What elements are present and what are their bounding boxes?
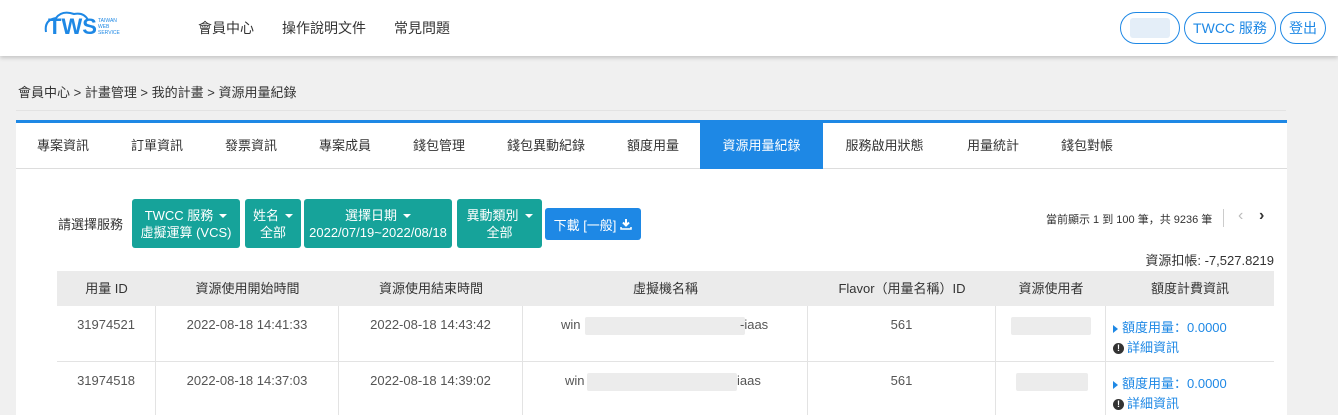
caret-down-icon [285, 214, 293, 219]
vm-name-prefix: win [565, 373, 585, 388]
caret-down-icon [403, 214, 411, 219]
usage-id: 31974518 [77, 373, 135, 388]
col-start-time: 資源使用開始時間 [195, 281, 300, 296]
service-filter-dropdown[interactable]: TWCC 服務 虛擬運算 (VCS) [132, 199, 240, 248]
tab-wallet-management[interactable]: 錢包管理 [392, 123, 486, 169]
breadcrumb: 會員中心 > 計畫管理 > 我的計畫 > 資源用量紀錄 [18, 85, 297, 100]
nav-documentation[interactable]: 操作說明文件 [282, 18, 366, 38]
info-icon: ! [1113, 343, 1124, 355]
end-time: 2022-08-18 14:39:02 [370, 373, 491, 388]
table-row: 31974518 2022-08-18 14:37:03 2022-08-18 … [57, 362, 1274, 415]
start-time: 2022-08-18 14:37:03 [186, 373, 308, 388]
tab-wallet-changes[interactable]: 錢包異動紀錄 [486, 123, 606, 169]
tab-usage-stats[interactable]: 用量統計 [946, 123, 1040, 169]
info-icon: ! [1113, 399, 1124, 411]
divider [1223, 209, 1224, 227]
redacted-vm-name [587, 373, 737, 391]
divider [16, 110, 1286, 111]
main-nav: 會員中心 操作說明文件 常見問題 [198, 18, 450, 38]
logo-text: TWS [48, 14, 97, 39]
vm-name-prefix: win [561, 317, 581, 332]
details-text: 詳細資訊 [1127, 340, 1180, 355]
logo-subtitle: TAIWAN WEB SERVICE [98, 18, 120, 36]
redacted-vm-name [585, 317, 745, 335]
col-flavor-id: Flavor（用量名稱）ID [838, 281, 966, 296]
service-filter-value: 虛擬運算 (VCS) [140, 224, 232, 240]
quota-usage-link[interactable]: 額度用量：0.0000 [1113, 373, 1227, 392]
type-filter-label: 異動類別 [466, 207, 519, 223]
name-filter-label: 姓名 [252, 207, 279, 223]
col-vm-name: 虛擬機名稱 [632, 281, 698, 296]
quota-usage-link[interactable]: 額度用量：0.0000 [1113, 317, 1227, 336]
quota-usage-text: 額度用量：0.0000 [1122, 320, 1227, 335]
tab-project-members[interactable]: 專案成員 [298, 123, 392, 169]
redacted-resource-user [1016, 373, 1088, 391]
caret-right-icon [1113, 324, 1118, 333]
type-filter-dropdown[interactable]: 異動類別 全部 [457, 199, 542, 248]
download-icon [620, 219, 633, 230]
date-filter-value: 2022/07/19~2022/08/18 [309, 224, 447, 240]
col-usage-id: 用量 ID [85, 281, 128, 296]
pagination-info: 當前顯示 1 到 100 筆，共 9236 筆 [1046, 214, 1213, 226]
flavor-id: 561 [890, 317, 913, 332]
quota-usage-text: 額度用量：0.0000 [1122, 376, 1227, 391]
top-navbar: TWS TAIWAN WEB SERVICE 會員中心 操作說明文件 常見問題 … [0, 0, 1338, 56]
main-panel: 專案資訊 訂單資訊 發票資訊 專案成員 錢包管理 錢包異動紀錄 額度用量 資源用… [16, 120, 1287, 415]
filter-label: 請選擇服務 [58, 217, 124, 232]
nav-member-center[interactable]: 會員中心 [198, 18, 254, 38]
caret-down-icon [219, 214, 228, 219]
tab-quota-usage[interactable]: 額度用量 [606, 123, 700, 169]
tab-bar: 專案資訊 訂單資訊 發票資訊 專案成員 錢包管理 錢包異動紀錄 額度用量 資源用… [16, 123, 1287, 169]
resource-deduct-total: 資源扣帳: -7,527.8219 [1145, 253, 1274, 268]
details-link[interactable]: ! 詳細資訊 [1113, 337, 1179, 356]
tab-wallet-reconciliation[interactable]: 錢包對帳 [1040, 123, 1134, 169]
download-button[interactable]: 下載 [一般] [545, 208, 641, 240]
usage-id: 31974521 [77, 317, 135, 332]
date-filter-dropdown[interactable]: 選擇日期 2022/07/19~2022/08/18 [304, 199, 452, 248]
col-end-time: 資源使用結束時間 [378, 281, 483, 296]
tab-order-info[interactable]: 訂單資訊 [110, 123, 204, 169]
vm-name-suffix: -iaas [740, 317, 769, 332]
prev-page-icon[interactable]: ‹ [1238, 207, 1243, 225]
service-filter-label: TWCC 服務 [144, 207, 214, 223]
tab-project-info[interactable]: 專案資訊 [16, 123, 110, 169]
end-time: 2022-08-18 14:43:42 [370, 317, 491, 332]
name-filter-value: 全部 [259, 224, 286, 240]
tab-resource-usage-records[interactable]: 資源用量紀錄 [700, 123, 823, 169]
twcc-service-button[interactable]: TWCC 服務 [1184, 12, 1276, 44]
caret-down-icon [524, 214, 533, 219]
next-page-icon[interactable]: › [1259, 207, 1264, 225]
download-label: 下載 [一般] [553, 217, 617, 233]
tws-logo[interactable]: TWS TAIWAN WEB SERVICE [40, 10, 130, 44]
col-resource-user: 資源使用者 [1018, 281, 1084, 296]
start-time: 2022-08-18 14:41:33 [186, 317, 308, 332]
details-text: 詳細資訊 [1127, 396, 1180, 411]
tab-service-status[interactable]: 服務啟用狀態 [823, 123, 946, 169]
type-filter-value: 全部 [486, 224, 513, 240]
col-quota-info: 額度計費資訊 [1150, 281, 1229, 296]
date-filter-label: 選擇日期 [344, 207, 397, 223]
flavor-id: 561 [890, 373, 913, 388]
nav-faq[interactable]: 常見問題 [394, 18, 450, 38]
table-row: 31974521 2022-08-18 14:41:33 2022-08-18 … [57, 306, 1274, 362]
redacted-username [1130, 18, 1170, 38]
details-link[interactable]: ! 詳細資訊 [1113, 393, 1179, 412]
user-account-button[interactable] [1120, 12, 1180, 44]
redacted-resource-user [1011, 317, 1091, 335]
caret-right-icon [1113, 380, 1118, 389]
vm-name-suffix: iaas [737, 373, 761, 388]
tab-invoice-info[interactable]: 發票資訊 [204, 123, 298, 169]
table-header: 用量 ID 資源使用開始時間 資源使用結束時間 虛擬機名稱 Flavor（用量名… [57, 271, 1274, 306]
logout-button[interactable]: 登出 [1280, 12, 1326, 44]
name-filter-dropdown[interactable]: 姓名 全部 [245, 199, 301, 248]
